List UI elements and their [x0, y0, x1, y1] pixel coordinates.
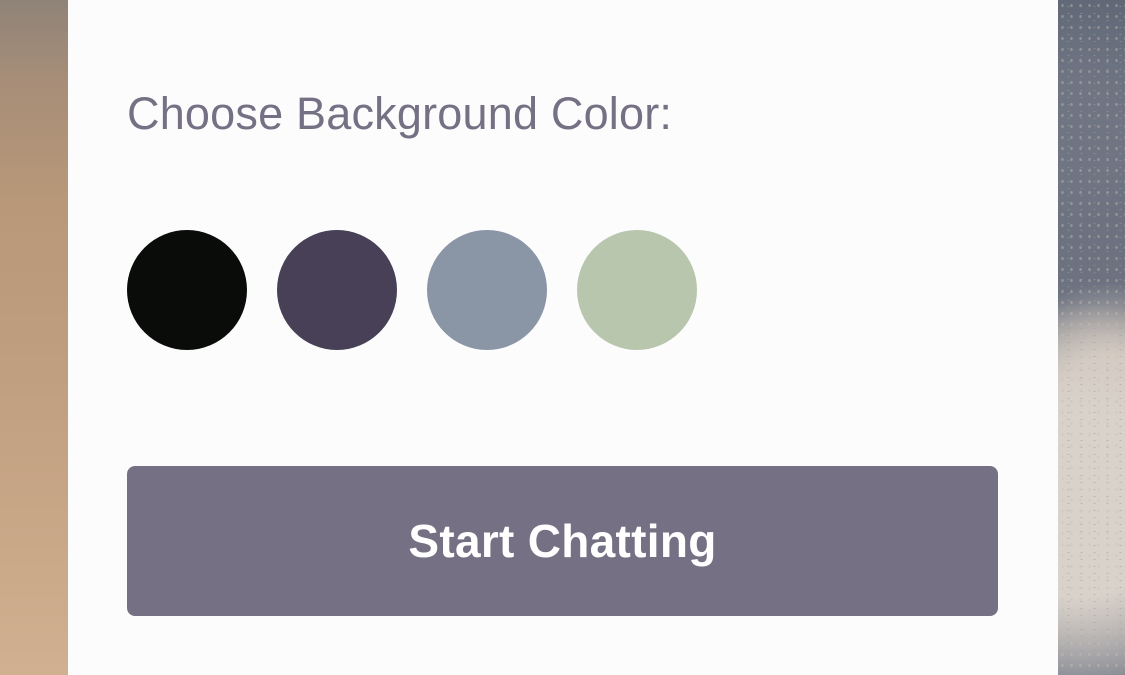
color-swatch-dark-purple[interactable] [277, 230, 397, 350]
choose-color-heading: Choose Background Color: [127, 88, 673, 139]
color-swatch-sage-green[interactable] [577, 230, 697, 350]
color-swatch-gray-blue[interactable] [427, 230, 547, 350]
background-image-left [0, 0, 68, 675]
color-swatch-black[interactable] [127, 230, 247, 350]
background-image-right [1058, 0, 1125, 675]
screen: Choose Background Color: Start Chatting [0, 0, 1125, 675]
options-panel: Choose Background Color: Start Chatting [68, 0, 1058, 675]
start-chatting-button[interactable]: Start Chatting [127, 466, 998, 616]
color-swatch-group [127, 230, 697, 350]
